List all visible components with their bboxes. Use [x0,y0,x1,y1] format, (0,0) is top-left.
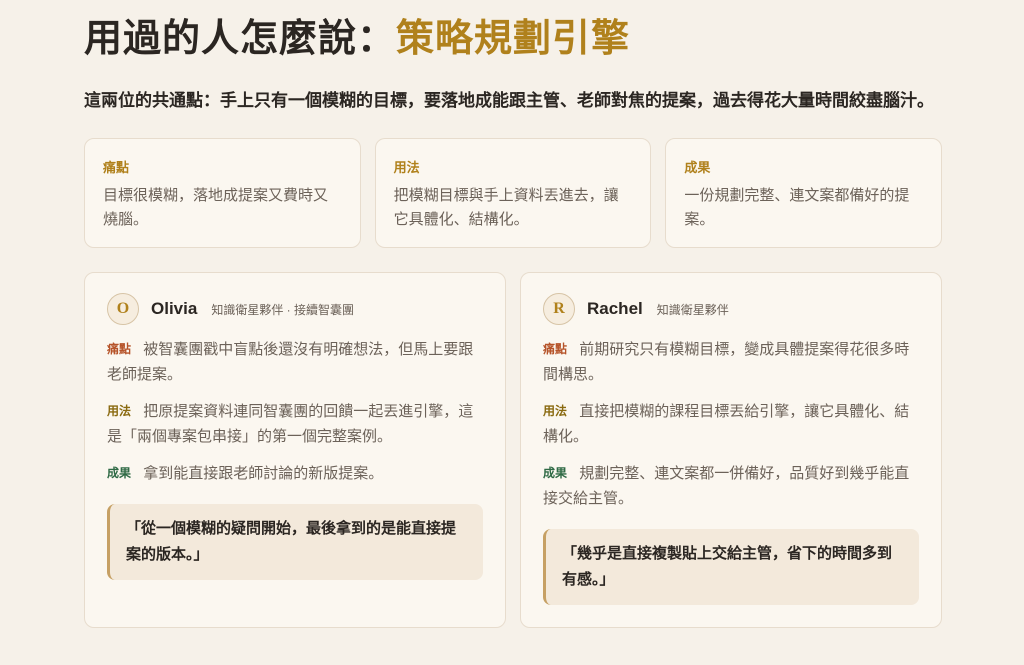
page-subtitle: 這兩位的共通點：手上只有一個模糊的目標，要落地成能跟主管、老師對焦的提案，過去得… [84,91,934,110]
testimonial-usage: 用法 把原提案資料連同智囊團的回饋一起丟進引擎，這是「兩個專案包串接」的第一個完… [107,399,483,449]
person-meta: 知識衛星夥伴 [656,302,729,317]
summary-card-label: 痛點 [103,160,130,175]
testimonial-person: O Olivia 知識衛星夥伴 · 接續智囊團 [107,293,483,325]
testimonial-quote: 「從一個模糊的疑問開始，最後拿到的是能直接提案的版本。」 [107,504,483,580]
tag-result: 成果 [107,466,132,480]
avatar: O [107,293,139,325]
summary-card-text: 一份規劃完整、連文案都備好的提案。 [684,187,910,228]
summary-card-text: 把模糊目標與手上資料丟進去，讓它具體化、結構化。 [393,187,619,228]
testimonial-pain: 痛點 前期研究只有模糊目標，變成具體提案得花很多時間構思。 [543,337,919,387]
testimonial-pain-text: 前期研究只有模糊目標，變成具體提案得花很多時間構思。 [543,341,910,383]
testimonial-result-text: 拿到能直接跟老師討論的新版提案。 [143,465,384,482]
testimonial-quote: 「幾乎是直接複製貼上交給主管，省下的時間多到有感。」 [543,529,919,605]
testimonial-usage: 用法 直接把模糊的課程目標丟給引擎，讓它具體化、結構化。 [543,399,919,449]
testimonial-card-olivia: O Olivia 知識衛星夥伴 · 接續智囊團 痛點 被智囊團戳中盲點後還沒有明… [84,272,506,628]
person-name: Rachel [587,299,643,318]
page-title: 用過的人怎麼說： 策略規劃引擎 [84,8,940,60]
tag-usage: 用法 [107,404,132,418]
testimonial-pain-text: 被智囊團戳中盲點後還沒有明確想法，但馬上要跟老師提案。 [107,341,474,383]
avatar: R [543,293,575,325]
testimonial-result-text: 規劃完整、連文案都一併備好，品質好到幾乎能直接交給主管。 [543,465,910,507]
tag-result: 成果 [543,466,568,480]
person-meta: 知識衛星夥伴 · 接續智囊團 [211,302,354,317]
tag-usage: 用法 [543,404,568,418]
testimonial-usage-text: 直接把模糊的課程目標丟給引擎，讓它具體化、結構化。 [543,403,910,445]
summary-card-label: 成果 [684,160,711,175]
summary-card-text: 目標很模糊，落地成提案又費時又燒腦。 [103,187,329,228]
testimonial-result: 成果 規劃完整、連文案都一併備好，品質好到幾乎能直接交給主管。 [543,461,919,511]
testimonial-result: 成果 拿到能直接跟老師討論的新版提案。 [107,461,483,486]
testimonial-card-rachel: R Rachel 知識衛星夥伴 痛點 前期研究只有模糊目標，變成具體提案得花很多… [520,272,942,628]
person-name: Olivia [151,299,198,318]
tag-pain: 痛點 [543,342,568,356]
page-title-prefix: 用過的人怎麼說： [84,17,397,60]
summary-card-label: 用法 [393,160,420,175]
testimonial-usage-text: 把原提案資料連同智囊團的回饋一起丟進引擎，這是「兩個專案包串接」的第一個完整案例… [107,403,474,445]
testimonial-person: R Rachel 知識衛星夥伴 [543,293,919,325]
page: 用過的人怎麼說： 策略規劃引擎 這兩位的共通點：手上只有一個模糊的目標，要落地成… [0,0,1024,665]
testimonial-cards: O Olivia 知識衛星夥伴 · 接續智囊團 痛點 被智囊團戳中盲點後還沒有明… [84,272,942,628]
summary-cards: 痛點 目標很模糊，落地成提案又費時又燒腦。 用法 把模糊目標與手上資料丟進去，讓… [84,138,943,248]
testimonial-pain: 痛點 被智囊團戳中盲點後還沒有明確想法，但馬上要跟老師提案。 [107,337,483,387]
tag-pain: 痛點 [107,342,132,356]
summary-card-pain: 痛點 目標很模糊，落地成提案又費時又燒腦。 [84,138,361,248]
summary-card-result: 成果 一份規劃完整、連文案都備好的提案。 [665,138,943,248]
page-title-accent: 策略規劃引擎 [396,17,631,60]
summary-card-usage: 用法 把模糊目標與手上資料丟進去，讓它具體化、結構化。 [374,138,652,248]
